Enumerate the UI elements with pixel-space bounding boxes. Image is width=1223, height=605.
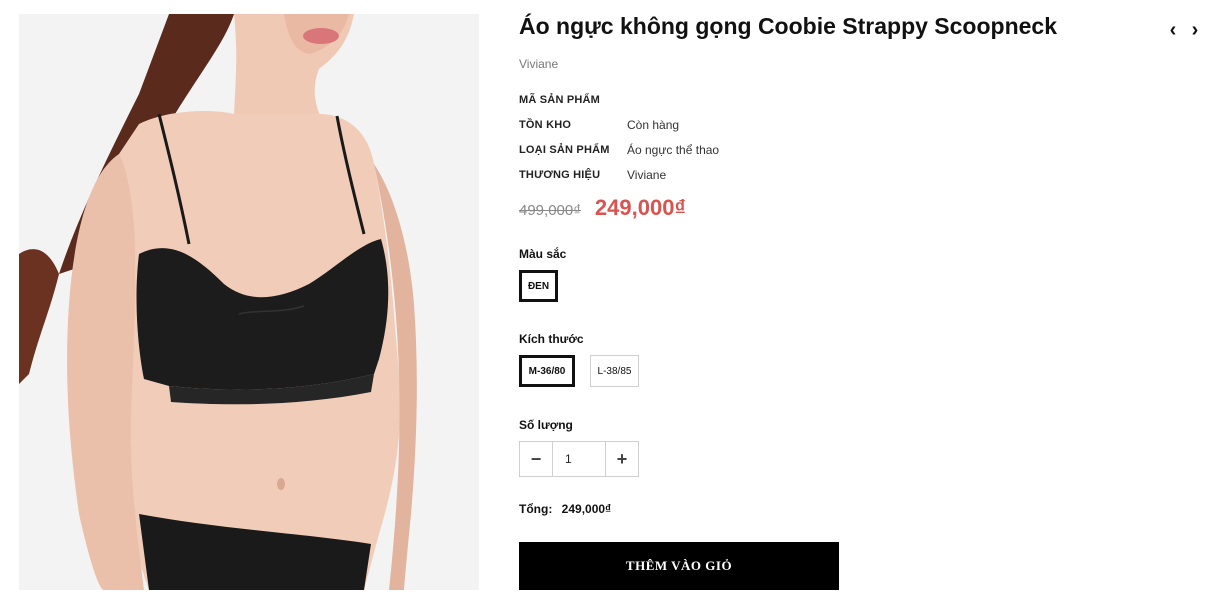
color-label: Màu sắc: [519, 247, 567, 261]
product-meta: MÃ SẢN PHẨM TỒN KHO Còn hàng LOẠI SẢN PH…: [519, 87, 919, 187]
product-photo: [19, 14, 479, 590]
quantity-label: Số lượng: [519, 418, 573, 432]
quantity-input[interactable]: [553, 442, 605, 476]
meta-label: MÃ SẢN PHẨM: [519, 93, 601, 106]
product-image: [19, 14, 479, 590]
size-label: Kích thước: [519, 332, 584, 346]
price-sale: 249,000₫: [594, 195, 686, 220]
meta-label: LOẠI SẢN PHẨM: [519, 143, 610, 156]
product-nav: ‹ ›: [1166, 19, 1202, 41]
meta-label: TỒN KHO: [519, 118, 572, 131]
total-value: 249,000₫: [561, 502, 612, 516]
meta-row-stock: TỒN KHO Còn hàng: [519, 112, 919, 137]
product-title: Áo ngực không gọng Coobie Strappy Scoopn…: [519, 13, 1058, 39]
meta-row-brand: THƯƠNG HIỆU Viviane: [519, 162, 919, 187]
price-block: 499,000₫ 249,000₫: [519, 195, 686, 221]
quantity-stepper: − +: [519, 441, 639, 477]
minus-icon[interactable]: −: [520, 442, 553, 476]
brand-link[interactable]: Viviane: [519, 57, 558, 71]
size-option-l[interactable]: L-38/85: [590, 355, 639, 387]
total-block: Tổng: 249,000₫: [519, 502, 611, 516]
meta-row-sku: MÃ SẢN PHẨM: [519, 87, 919, 112]
plus-icon[interactable]: +: [605, 442, 638, 476]
meta-value: Còn hàng: [627, 117, 680, 132]
meta-value: Áo ngực thể thao: [627, 142, 720, 157]
price-original: 499,000₫: [519, 202, 581, 219]
meta-value: Viviane: [627, 167, 667, 182]
meta-label: THƯƠNG HIỆU: [519, 168, 601, 181]
color-swatch-black[interactable]: ĐEN: [519, 270, 558, 302]
chevron-right-icon[interactable]: ›: [1188, 19, 1202, 41]
size-option-m[interactable]: M-36/80: [519, 355, 575, 387]
meta-row-type: LOẠI SẢN PHẨM Áo ngực thể thao: [519, 137, 919, 162]
total-label: Tổng:: [519, 502, 553, 516]
add-to-cart-button[interactable]: THÊM VÀO GIỎ: [519, 542, 839, 590]
chevron-left-icon[interactable]: ‹: [1166, 19, 1180, 41]
